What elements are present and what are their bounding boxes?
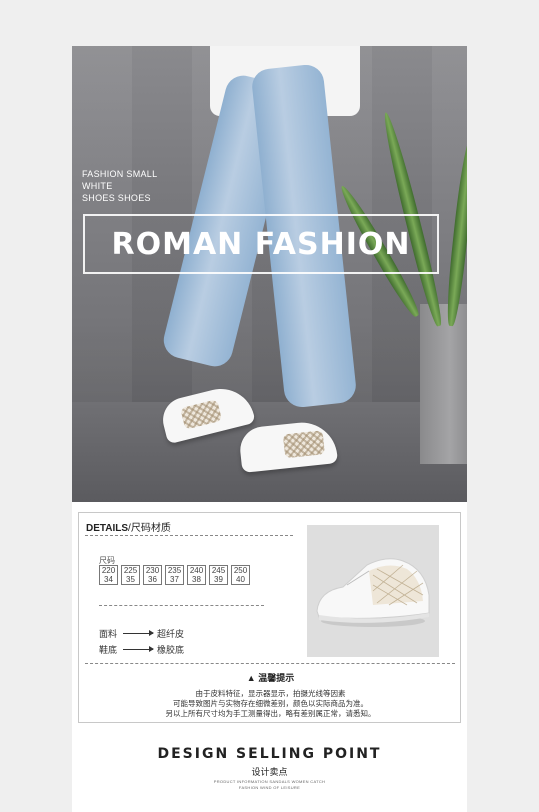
shoe-mesh: [282, 430, 326, 459]
size-cell: 230 36: [143, 565, 162, 585]
size-mm: 220: [101, 566, 116, 575]
size-cell: 250 40: [231, 565, 250, 585]
plant-leaf: [444, 136, 467, 327]
size-table: 220 34 225 35 230 36 235 37 240 38 245 39 250 4…: [99, 565, 250, 585]
size-eu: 40: [236, 575, 245, 584]
divider: [99, 605, 264, 606]
size-cell: 235 37: [165, 565, 184, 585]
hero-subtitle: FASHION SMALL WHITE SHOES SHOES: [82, 168, 157, 204]
plant-pot: [420, 304, 467, 464]
selling-point-subtitle: 设计卖点: [251, 767, 288, 777]
size-eu: 36: [148, 575, 157, 584]
divider: [85, 663, 455, 664]
material-row: 鞋底 橡胶底: [99, 643, 184, 656]
arrow-icon: [123, 646, 155, 652]
size-mm: 235: [167, 566, 182, 575]
shoe-mesh: [180, 399, 223, 430]
selling-point-tagline: PRODUCT INFORMATION SANDALS WOMEN CATCH: [213, 779, 326, 784]
warning-icon: ▲: [246, 673, 256, 683]
product-photo: [307, 525, 439, 657]
size-cell: 220 34: [99, 565, 118, 585]
size-mm: 230: [145, 566, 160, 575]
sneaker-illustration: [316, 558, 430, 627]
details-heading: DETAILS/尺码材质: [86, 519, 171, 534]
size-mm: 240: [189, 566, 204, 575]
selling-point-tagline: FASHION WIND OF LEISURE: [238, 785, 301, 790]
hero-subtitle-line: SHOES SHOES: [82, 193, 151, 203]
material-value: 橡胶底: [157, 645, 185, 655]
details-heading-bold: DETAILS: [86, 523, 129, 534]
selling-point-title: DESIGN SELLING POINT: [157, 746, 382, 762]
hero-title-frame: ROMAN FASHION: [83, 214, 439, 274]
material-label: 面料: [99, 629, 118, 639]
hero-banner: FASHION SMALL WHITE SHOES SHOES ROMAN FA…: [72, 46, 467, 502]
product-page: FASHION SMALL WHITE SHOES SHOES ROMAN FA…: [72, 46, 467, 812]
details-heading-rest: /尺码材质: [128, 523, 171, 534]
size-mm: 245: [211, 566, 226, 575]
size-eu: 38: [192, 575, 201, 584]
size-eu: 35: [126, 575, 135, 584]
size-mm: 225: [123, 566, 138, 575]
arrow-icon: [123, 630, 155, 636]
material-value: 超纤皮: [157, 629, 185, 639]
hero-subtitle-line: FASHION SMALL: [82, 169, 158, 179]
tip-title: 温馨提示: [258, 673, 295, 683]
material-label: 鞋底: [99, 645, 118, 655]
material-row: 面料 超纤皮: [99, 627, 184, 640]
size-mm: 250: [233, 566, 248, 575]
tip-heading: ▲ 温馨提示: [79, 671, 462, 684]
size-eu: 39: [214, 575, 223, 584]
divider: [85, 535, 293, 536]
hero-title: ROMAN FASHION: [111, 226, 411, 262]
size-eu: 34: [104, 575, 113, 584]
hero-subtitle-line: WHITE: [82, 181, 113, 191]
details-panel: DETAILS/尺码材质 尺码 220 34 225 35 230 36 235 37 …: [78, 512, 461, 723]
size-cell: 225 35: [121, 565, 140, 585]
size-cell: 245 39: [209, 565, 228, 585]
size-eu: 37: [170, 575, 179, 584]
tip-line: 另以上所有尺寸均为手工测量得出，略有差别属正常，请悉知。: [165, 709, 376, 718]
size-cell: 240 38: [187, 565, 206, 585]
